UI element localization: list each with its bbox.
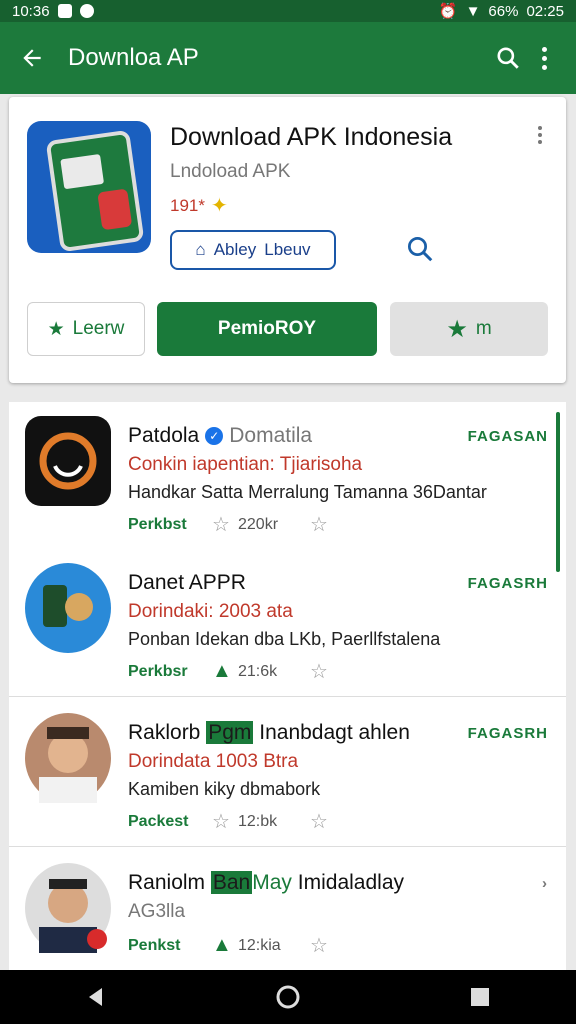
meta-count: 21:6k	[238, 662, 278, 680]
meta-count: 220kr	[238, 515, 279, 533]
item-description: Handkar Satta Merralung Tamanna 36Dantar	[128, 482, 487, 502]
star-outline-icon[interactable]: ☆	[310, 512, 336, 537]
more-options-icon[interactable]	[526, 40, 562, 76]
rating-value: 191*	[170, 195, 205, 215]
wifi-icon: ▼	[465, 2, 481, 20]
app-avatar	[25, 416, 111, 506]
tertiary-button[interactable]: ★ m	[390, 302, 548, 356]
chevron-down-icon[interactable]: ›	[542, 875, 548, 892]
secondary-button[interactable]: ★ Leerw	[27, 302, 145, 356]
primary-button-label: PemioROY	[217, 318, 317, 339]
star-icon: ★	[446, 315, 468, 343]
star-outline-icon[interactable]: ☆	[212, 809, 238, 834]
app-detail-card: Download APK Indonesia Lndoload APK 191*…	[9, 97, 566, 383]
item-subtitle: AG3lla	[128, 901, 186, 922]
search-icon[interactable]	[405, 234, 437, 266]
user-avatar	[25, 713, 111, 803]
pill-label: Abley	[213, 240, 257, 259]
list-item[interactable]: Danet APPR FAGASRH Dorindaki: 2003 ata P…	[9, 549, 566, 696]
star-icon: ★	[47, 318, 65, 340]
search-icon[interactable]	[490, 40, 526, 76]
result-list: Patdola ✓ Domatila FAGASAN Conkin iapentia…	[9, 402, 566, 970]
recents-icon[interactable]	[460, 977, 500, 1017]
user-avatar	[25, 863, 111, 953]
meta-label: Perkbsr	[128, 662, 188, 680]
star-icon: ✦	[210, 195, 228, 217]
app-title: Download APK Indonesia	[170, 123, 453, 151]
scrollbar[interactable]	[556, 412, 560, 572]
meta-label: Packest	[128, 812, 189, 830]
app-avatar	[25, 563, 111, 653]
app-rating: 191* ✦	[170, 193, 228, 218]
install-pill-button[interactable]: ⌂ Abley Lbeuv	[170, 230, 336, 270]
star-outline-icon[interactable]: ☆	[212, 512, 238, 537]
back-arrow-icon[interactable]	[14, 40, 50, 76]
list-item[interactable]: Raklorb Pgm Inanbdagt ahlen FAGASRH Dori…	[9, 699, 566, 846]
primary-button[interactable]: PemioROY	[157, 302, 377, 356]
divider	[9, 846, 566, 847]
thumbs-up-icon[interactable]: ▲	[212, 660, 238, 683]
item-subtitle: Dorindaki: 2003 ata	[128, 601, 293, 622]
pill-label-secondary: Lbeuv	[264, 240, 311, 259]
item-title: Danet APPR	[128, 571, 246, 594]
status-time-right: 02:25	[526, 2, 564, 20]
alarm-icon: ⏰	[438, 3, 458, 20]
item-tag: FAGASAN	[467, 428, 548, 445]
notification-icon	[79, 4, 94, 18]
item-subtitle: Conkin iapentian: Tjiarisoha	[128, 454, 363, 475]
star-outline-icon[interactable]: ☆	[310, 659, 336, 684]
item-description: Ponban Idekan dba LKb, Paerllfstalena	[128, 629, 441, 649]
verified-icon: ✓	[205, 427, 224, 446]
item-meta: Packest ☆ 12:bk ☆	[128, 809, 336, 834]
app-icon	[27, 121, 151, 253]
system-nav-bar	[0, 970, 576, 1024]
item-meta: Perkbst ☆ 220kr ☆	[128, 512, 336, 537]
item-tag: FAGASRH	[467, 725, 548, 742]
app-bar: Downloa AP	[0, 22, 576, 94]
meta-label: Penkst	[128, 936, 181, 954]
divider	[9, 696, 566, 697]
list-item[interactable]: Raniolm BanMay Imidaladlay › AG3lla Penk…	[9, 849, 566, 970]
star-outline-icon[interactable]: ☆	[310, 809, 336, 834]
item-title: Patdola ✓ Domatila	[128, 424, 313, 447]
star-outline-icon[interactable]: ☆	[310, 933, 336, 958]
meta-count: 12:bk	[238, 812, 278, 830]
status-time-left: 10:36	[12, 2, 50, 20]
status-bar: 10:36 ⏰ ▼ 66% 02:25	[0, 0, 576, 22]
thumbs-up-icon[interactable]: ▲	[212, 934, 238, 957]
secondary-button-label: Leerw	[72, 318, 125, 339]
item-description: Kamiben kiky dbmabork	[128, 779, 321, 799]
app-subtitle: Lndoload APK	[170, 161, 291, 182]
app-bar-title: Downloa AP	[68, 44, 199, 71]
item-meta: Penkst ▲ 12:kia ☆	[128, 933, 336, 958]
item-meta: Perkbsr ▲ 21:6k ☆	[128, 659, 336, 684]
meta-label: Perkbst	[128, 515, 187, 533]
notification-icon	[57, 4, 72, 18]
tertiary-button-label: m	[475, 318, 492, 339]
home-icon[interactable]	[268, 977, 308, 1017]
item-subtitle: Dorindata 1003 Btra	[128, 751, 299, 772]
battery-level: 66%	[488, 2, 519, 20]
item-title: Raniolm BanMay Imidaladlay	[128, 871, 405, 894]
item-tag: FAGASRH	[467, 575, 548, 592]
lock-icon: ⌂	[195, 240, 206, 259]
item-title: Raklorb Pgm Inanbdagt ahlen	[128, 721, 410, 744]
meta-count: 12:kia	[238, 936, 281, 954]
card-more-options-icon[interactable]	[536, 123, 544, 149]
back-icon[interactable]	[76, 977, 116, 1017]
list-item[interactable]: Patdola ✓ Domatila FAGASAN Conkin iapentia…	[9, 402, 566, 549]
action-button-row: ★ Leerw PemioROY ★ m	[27, 302, 548, 356]
